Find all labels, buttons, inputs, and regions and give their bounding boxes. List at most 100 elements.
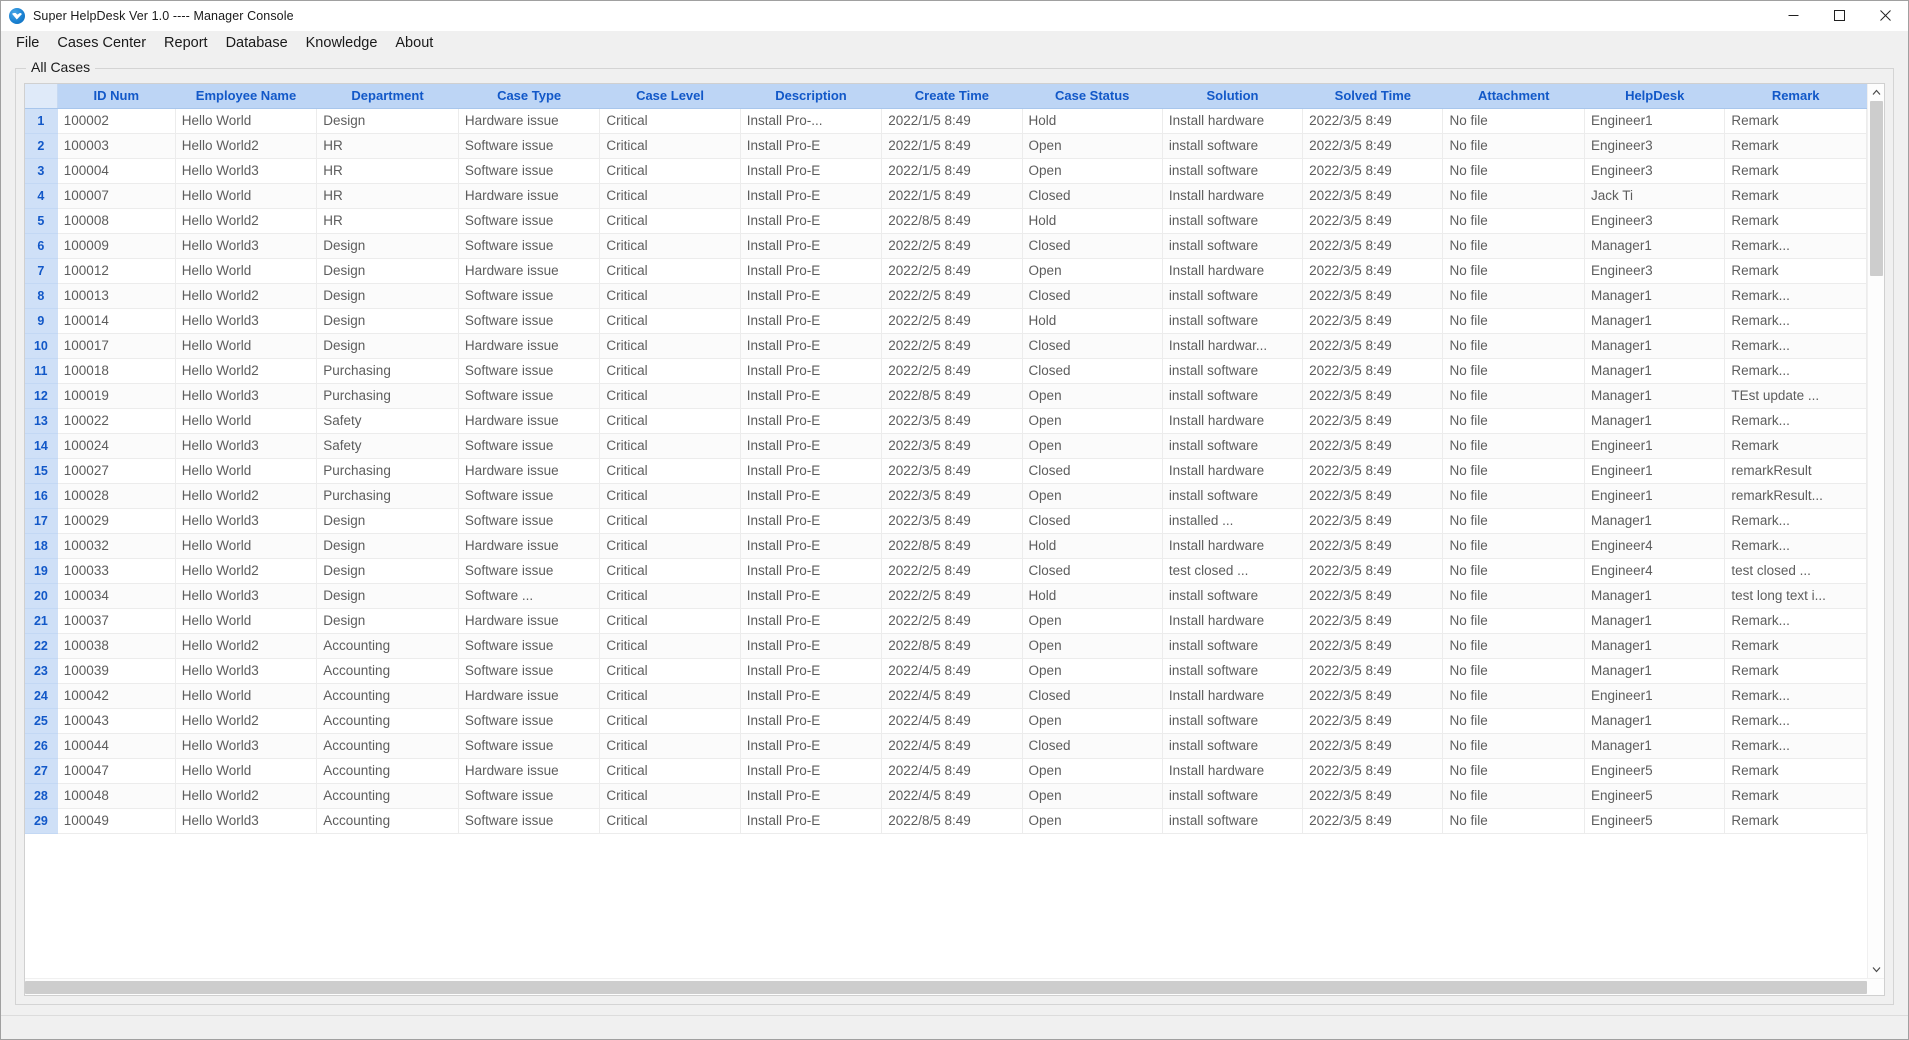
cell-department[interactable]: Design bbox=[317, 308, 459, 333]
cell-department[interactable]: Accounting bbox=[317, 633, 459, 658]
cell-employee-name[interactable]: Hello World3 bbox=[175, 233, 317, 258]
cell-solved-time[interactable]: 2022/3/5 8:49 bbox=[1303, 758, 1443, 783]
cell-id-num[interactable]: 100018 bbox=[57, 358, 175, 383]
cell-case-level[interactable]: Critical bbox=[600, 558, 740, 583]
cell-id-num[interactable]: 100042 bbox=[57, 683, 175, 708]
row-number-cell[interactable]: 20 bbox=[25, 583, 57, 608]
cell-description[interactable]: Install Pro-E bbox=[740, 633, 882, 658]
cell-employee-name[interactable]: Hello World bbox=[175, 333, 317, 358]
cell-attachment[interactable]: No file bbox=[1443, 258, 1585, 283]
cell-id-num[interactable]: 100004 bbox=[57, 158, 175, 183]
cell-helpdesk[interactable]: Manager1 bbox=[1585, 283, 1725, 308]
cell-attachment[interactable]: No file bbox=[1443, 583, 1585, 608]
row-number-cell[interactable]: 13 bbox=[25, 408, 57, 433]
cell-attachment[interactable]: No file bbox=[1443, 508, 1585, 533]
cell-solved-time[interactable]: 2022/3/5 8:49 bbox=[1303, 183, 1443, 208]
cell-helpdesk[interactable]: Engineer5 bbox=[1585, 783, 1725, 808]
cell-department[interactable]: HR bbox=[317, 183, 459, 208]
cell-id-num[interactable]: 100047 bbox=[57, 758, 175, 783]
cell-remark[interactable]: Remark bbox=[1725, 758, 1867, 783]
cell-solved-time[interactable]: 2022/3/5 8:49 bbox=[1303, 808, 1443, 833]
cell-helpdesk[interactable]: Manager1 bbox=[1585, 233, 1725, 258]
cell-solved-time[interactable]: 2022/3/5 8:49 bbox=[1303, 433, 1443, 458]
cell-id-num[interactable]: 100022 bbox=[57, 408, 175, 433]
cell-remark[interactable]: remarkResult bbox=[1725, 458, 1867, 483]
column-header-employee-name[interactable]: Employee Name bbox=[175, 84, 317, 108]
cell-attachment[interactable]: No file bbox=[1443, 458, 1585, 483]
row-number-cell[interactable]: 24 bbox=[25, 683, 57, 708]
cell-case-status[interactable]: Open bbox=[1022, 783, 1162, 808]
table-row[interactable]: 19100033Hello World2DesignSoftware issue… bbox=[25, 558, 1867, 583]
close-icon[interactable] bbox=[1862, 1, 1908, 31]
cell-case-level[interactable]: Critical bbox=[600, 108, 740, 133]
cell-helpdesk[interactable]: Manager1 bbox=[1585, 733, 1725, 758]
cell-description[interactable]: Install Pro-E bbox=[740, 533, 882, 558]
cases-data-grid[interactable]: ID Num Employee Name Department Case Typ… bbox=[24, 83, 1885, 996]
cell-department[interactable]: Safety bbox=[317, 433, 459, 458]
cell-solved-time[interactable]: 2022/3/5 8:49 bbox=[1303, 383, 1443, 408]
cell-id-num[interactable]: 100038 bbox=[57, 633, 175, 658]
cell-solved-time[interactable]: 2022/3/5 8:49 bbox=[1303, 308, 1443, 333]
row-number-cell[interactable]: 8 bbox=[25, 283, 57, 308]
cell-department[interactable]: Purchasing bbox=[317, 383, 459, 408]
cell-department[interactable]: Accounting bbox=[317, 783, 459, 808]
cell-employee-name[interactable]: Hello World2 bbox=[175, 208, 317, 233]
cell-solution[interactable]: Install hardware bbox=[1162, 458, 1302, 483]
cell-case-status[interactable]: Closed bbox=[1022, 233, 1162, 258]
cell-case-level[interactable]: Critical bbox=[600, 583, 740, 608]
table-row[interactable]: 20100034Hello World3DesignSoftware ...Cr… bbox=[25, 583, 1867, 608]
cell-id-num[interactable]: 100024 bbox=[57, 433, 175, 458]
cell-case-status[interactable]: Hold bbox=[1022, 208, 1162, 233]
row-number-cell[interactable]: 22 bbox=[25, 633, 57, 658]
cell-case-status[interactable]: Open bbox=[1022, 383, 1162, 408]
table-row[interactable]: 5100008Hello World2HRSoftware issueCriti… bbox=[25, 208, 1867, 233]
cell-solved-time[interactable]: 2022/3/5 8:49 bbox=[1303, 283, 1443, 308]
cell-description[interactable]: Install Pro-E bbox=[740, 333, 882, 358]
cell-create-time[interactable]: 2022/2/5 8:49 bbox=[882, 308, 1022, 333]
cell-solved-time[interactable]: 2022/3/5 8:49 bbox=[1303, 708, 1443, 733]
cell-id-num[interactable]: 100029 bbox=[57, 508, 175, 533]
cell-solved-time[interactable]: 2022/3/5 8:49 bbox=[1303, 533, 1443, 558]
cell-attachment[interactable]: No file bbox=[1443, 233, 1585, 258]
cell-remark[interactable]: Remark bbox=[1725, 433, 1867, 458]
cell-description[interactable]: Install Pro-E bbox=[740, 258, 882, 283]
cell-remark[interactable]: Remark bbox=[1725, 258, 1867, 283]
cell-solution[interactable]: install software bbox=[1162, 208, 1302, 233]
cell-remark[interactable]: remarkResult... bbox=[1725, 483, 1867, 508]
cell-case-status[interactable]: Closed bbox=[1022, 183, 1162, 208]
cell-remark[interactable]: Remark bbox=[1725, 783, 1867, 808]
cell-attachment[interactable]: No file bbox=[1443, 608, 1585, 633]
cell-case-status[interactable]: Open bbox=[1022, 433, 1162, 458]
cell-helpdesk[interactable]: Engineer5 bbox=[1585, 808, 1725, 833]
cell-case-status[interactable]: Closed bbox=[1022, 508, 1162, 533]
cell-case-status[interactable]: Closed bbox=[1022, 283, 1162, 308]
cell-remark[interactable]: Remark... bbox=[1725, 408, 1867, 433]
cell-case-type[interactable]: Hardware issue bbox=[458, 258, 600, 283]
cell-remark[interactable]: Remark bbox=[1725, 633, 1867, 658]
cell-attachment[interactable]: No file bbox=[1443, 708, 1585, 733]
cell-case-status[interactable]: Open bbox=[1022, 608, 1162, 633]
cell-description[interactable]: Install Pro-E bbox=[740, 758, 882, 783]
cell-helpdesk[interactable]: Engineer3 bbox=[1585, 133, 1725, 158]
column-header-solution[interactable]: Solution bbox=[1162, 84, 1302, 108]
cell-solution[interactable]: install software bbox=[1162, 383, 1302, 408]
cell-remark[interactable]: Remark... bbox=[1725, 308, 1867, 333]
cell-employee-name[interactable]: Hello World bbox=[175, 258, 317, 283]
cell-id-num[interactable]: 100002 bbox=[57, 108, 175, 133]
cell-employee-name[interactable]: Hello World bbox=[175, 758, 317, 783]
table-row[interactable]: 14100024Hello World3SafetySoftware issue… bbox=[25, 433, 1867, 458]
cell-attachment[interactable]: No file bbox=[1443, 658, 1585, 683]
cell-case-level[interactable]: Critical bbox=[600, 608, 740, 633]
cell-attachment[interactable]: No file bbox=[1443, 683, 1585, 708]
cell-case-level[interactable]: Critical bbox=[600, 758, 740, 783]
cell-department[interactable]: Design bbox=[317, 283, 459, 308]
cell-remark[interactable]: Remark bbox=[1725, 133, 1867, 158]
cell-description[interactable]: Install Pro-E bbox=[740, 483, 882, 508]
cell-attachment[interactable]: No file bbox=[1443, 283, 1585, 308]
cell-case-status[interactable]: Open bbox=[1022, 708, 1162, 733]
cell-id-num[interactable]: 100008 bbox=[57, 208, 175, 233]
cell-employee-name[interactable]: Hello World bbox=[175, 683, 317, 708]
cell-remark[interactable]: test closed ... bbox=[1725, 558, 1867, 583]
cell-case-type[interactable]: Software issue bbox=[458, 658, 600, 683]
row-number-cell[interactable]: 6 bbox=[25, 233, 57, 258]
